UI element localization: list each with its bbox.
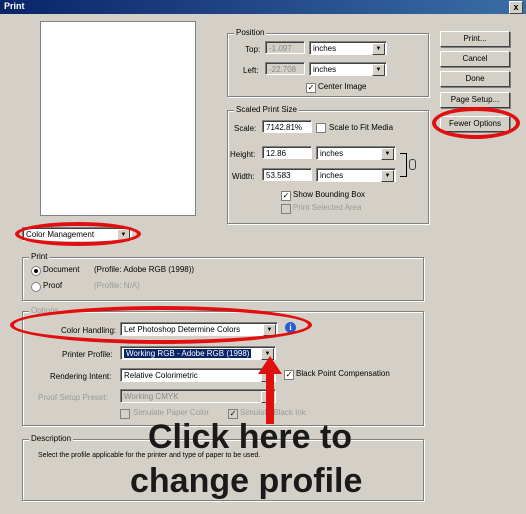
proof-profile: (Profile: N/A) xyxy=(94,281,140,290)
position-group-label: Position xyxy=(234,28,267,37)
center-image-label: Center Image xyxy=(318,82,367,91)
proof-label: Proof xyxy=(43,281,63,290)
left-unit-select[interactable]: inches ▼ xyxy=(309,62,387,76)
document-radio[interactable] xyxy=(31,266,41,276)
annotation-arrow-head xyxy=(258,356,282,374)
width-unit-select[interactable]: inches ▼ xyxy=(316,168,396,182)
scale-field[interactable]: 7142.81% xyxy=(262,120,312,133)
black-point-checkbox[interactable]: ✓ xyxy=(284,370,294,380)
left-field[interactable]: -22.708 xyxy=(265,62,305,75)
top-label: Top: xyxy=(245,45,261,54)
scale-to-fit-checkbox[interactable] xyxy=(316,123,326,133)
rendering-intent-value: Relative Colorimetric xyxy=(124,371,198,380)
width-label: Width: xyxy=(232,172,255,181)
cancel-button[interactable]: Cancel xyxy=(440,51,510,67)
window-title: Print xyxy=(4,1,25,11)
printer-profile-select[interactable]: Working RGB - Adobe RGB (1998) ▼ xyxy=(120,346,276,360)
proof-setup-select[interactable]: Working CMYK ▼ xyxy=(120,389,276,403)
title-bar: Print x xyxy=(0,0,526,14)
print-source-group: Print xyxy=(22,252,424,301)
annotation-text-line1: Click here to xyxy=(148,418,353,456)
printer-profile-value: Working RGB - Adobe RGB (1998) xyxy=(124,349,252,358)
annotation-oval-color-handling xyxy=(10,306,312,344)
annotation-arrow-shaft xyxy=(266,372,274,424)
chevron-down-icon: ▼ xyxy=(381,148,394,160)
print-preview xyxy=(40,21,196,216)
top-field[interactable]: -1.097 xyxy=(265,41,305,54)
chevron-down-icon: ▼ xyxy=(372,43,385,55)
document-profile: (Profile: Adobe RGB (1998)) xyxy=(94,265,195,274)
chain-link-icon[interactable] xyxy=(409,159,416,170)
annotation-oval-mode xyxy=(15,222,141,246)
annotation-oval-fewer-options xyxy=(432,107,520,139)
proof-setup-value: Working CMYK xyxy=(124,392,179,401)
chevron-down-icon: ▼ xyxy=(372,64,385,76)
chevron-down-icon: ▼ xyxy=(381,170,394,182)
simulate-paper-checkbox[interactable] xyxy=(120,409,130,419)
top-unit-select[interactable]: inches ▼ xyxy=(309,41,387,55)
rendering-intent-select[interactable]: Relative Colorimetric ▼ xyxy=(120,368,276,382)
proof-radio[interactable] xyxy=(31,282,41,292)
rendering-intent-label: Rendering Intent: xyxy=(50,372,112,381)
close-button[interactable]: x xyxy=(509,1,523,14)
center-image-checkbox[interactable]: ✓ xyxy=(306,83,316,93)
scale-to-fit-label: Scale to Fit Media xyxy=(329,123,394,132)
top-unit-value: inches xyxy=(313,44,337,53)
proof-setup-label: Proof Setup Preset: xyxy=(38,393,108,402)
print-dialog: Print x Print... Cancel Done Page Setup.… xyxy=(0,0,526,514)
printer-profile-label: Printer Profile: xyxy=(62,350,113,359)
left-label: Left: xyxy=(243,66,259,75)
width-unit-value: inches xyxy=(320,171,344,180)
print-button[interactable]: Print... xyxy=(440,31,510,47)
height-unit-select[interactable]: inches ▼ xyxy=(316,146,396,160)
black-point-label: Black Point Compensation xyxy=(296,369,390,378)
document-label: Document xyxy=(43,265,80,274)
show-bounding-box-label: Show Bounding Box xyxy=(293,190,366,199)
annotation-text-line2: change profile xyxy=(130,462,363,500)
scale-label: Scale: xyxy=(234,124,257,133)
link-bracket xyxy=(400,153,407,177)
description-label: Description xyxy=(29,434,74,443)
print-selected-area-label: Print Selected Area xyxy=(293,203,362,212)
left-unit-value: inches xyxy=(313,65,337,74)
print-selected-area-checkbox[interactable] xyxy=(281,204,291,214)
simulate-paper-label: Simulate Paper Color xyxy=(133,408,210,417)
height-unit-value: inches xyxy=(320,149,344,158)
height-label: Height: xyxy=(230,150,256,159)
done-button[interactable]: Done xyxy=(440,71,510,87)
width-field[interactable]: 53.583 xyxy=(262,168,312,181)
page-setup-button[interactable]: Page Setup... xyxy=(440,92,510,108)
height-field[interactable]: 12.86 xyxy=(262,146,312,159)
scaled-print-size-label: Scaled Print Size xyxy=(234,105,299,114)
show-bounding-box-checkbox[interactable]: ✓ xyxy=(281,191,291,201)
print-source-label: Print xyxy=(29,252,50,261)
